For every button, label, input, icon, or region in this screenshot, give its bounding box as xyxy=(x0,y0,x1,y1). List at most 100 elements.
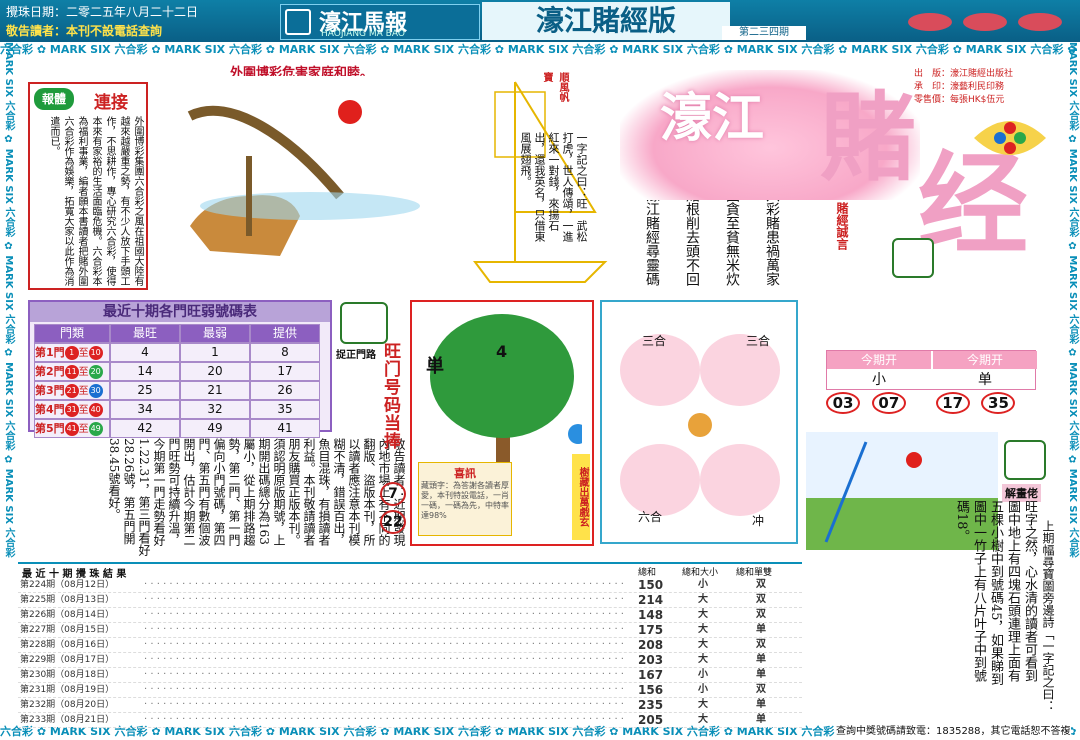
range-to: 至 xyxy=(78,367,89,378)
hand-icon xyxy=(892,238,934,278)
result-dots: · · · · · · · · · · · · · · · · · · · · … xyxy=(144,594,624,605)
door-cell: 第5門 41 至 49 xyxy=(34,419,110,438)
result-label: 第225期（08月13日） xyxy=(20,595,115,605)
result-parity: 双 xyxy=(756,684,766,695)
result-size: 大 xyxy=(698,624,708,635)
result-sum: 208 xyxy=(638,638,664,652)
result-size: 大 xyxy=(698,609,708,620)
serial-tag-2: 體 xyxy=(54,92,67,106)
tree-side-tag: 樹藏出萬戲玄 xyxy=(572,454,590,540)
result-dots: · · · · · · · · · · · · · · · · · · · · … xyxy=(144,699,624,710)
verse-4: 濠江賭經尋靈碼 xyxy=(644,188,660,286)
door-label: 第5門 xyxy=(35,422,65,435)
result-ball: 03 xyxy=(826,392,860,414)
result-dots: · · · · · · · · · · · · · · · · · · · · … xyxy=(144,714,624,725)
door-label: 第2門 xyxy=(35,365,65,378)
result-size: 小 xyxy=(698,684,708,695)
door-cell: 第4門 31 至 40 xyxy=(34,400,110,419)
joy-box: 喜訊 藏頭字：為答謝各讀者厚愛，本刊特設電話，一肖一碼，一碼為先，中特率達98% xyxy=(418,462,512,536)
serial-text: 外圍博彩集團六合彩之風在祖國大陸有越來越嚴重之勢，有不少人放下手頭工作，不思耕作… xyxy=(48,116,143,286)
zodiac-petals xyxy=(620,334,780,516)
draw-date: 攪珠日期：二零二五年八月二十二日 xyxy=(6,5,199,19)
range-end-ball: 40 xyxy=(88,402,103,417)
cold-cell: 20 xyxy=(180,362,250,381)
result-dots: · · · · · · · · · · · · · · · · · · · · … xyxy=(144,654,624,665)
header-bar: 攪珠日期：二零二五年八月二十二日 敬告讀者：本刊不設電話查詢 濠江馬報 HAOJ… xyxy=(0,0,1080,42)
hot-door-title: 旺门号码当捧 xyxy=(380,342,400,450)
cold-cell: 32 xyxy=(180,400,250,419)
verse-2: 困貪至貧無米炊 xyxy=(724,188,740,286)
zodiac-label-1: 三合 xyxy=(642,334,667,348)
this-issue-size: 小 xyxy=(872,372,886,388)
result-label: 第227期（08月15日） xyxy=(20,625,115,635)
joy-title: 喜訊 xyxy=(454,467,476,480)
this-issue-parity: 单 xyxy=(978,372,992,388)
range-start-ball: 21 xyxy=(64,383,79,398)
logo-jing: 经 xyxy=(918,140,1028,269)
result-label: 第232期（08月20日） xyxy=(20,700,115,710)
result-dots: · · · · · · · · · · · · · · · · · · · · … xyxy=(144,579,624,590)
tree-panel: 単 4 喜訊 藏頭字：為答謝各讀者厚愛，本刊特設電話，一肖一碼，一碼為先，中特率… xyxy=(410,300,594,546)
range-to: 至 xyxy=(78,424,89,435)
result-sum: 205 xyxy=(638,713,664,727)
table-body: 門類 最旺 最弱 提供 第1門 1 至 10 4 1 8 第2門 11 至 20 14 20 17 第3門 21 至 30… xyxy=(34,324,328,438)
result-parity: 单 xyxy=(756,624,766,635)
result-sum: 150 xyxy=(638,578,664,592)
footer-hotline: 查詢中獎號碼請致電：1835288，其它電話恕不答複 xyxy=(836,722,1071,737)
result-parity: 双 xyxy=(756,639,766,650)
result-dots: · · · · · · · · · · · · · · · · · · · · … xyxy=(144,609,624,620)
result-label: 第233期（08月21日） xyxy=(20,715,115,725)
result-dots: · · · · · · · · · · · · · · · · · · · · … xyxy=(144,639,624,650)
door-cell: 第2門 11 至 20 xyxy=(34,362,110,381)
result-size: 小 xyxy=(698,669,708,680)
table-header: 最旺 xyxy=(110,324,180,343)
table-header: 門類 xyxy=(34,324,110,343)
result-parity: 双 xyxy=(756,579,766,590)
cold-cell: 49 xyxy=(180,419,250,438)
door-label: 第1門 xyxy=(35,346,65,359)
logo-haojiang: 濠江 xyxy=(660,88,765,149)
table-row: 第3門 21 至 30 25 21 26 xyxy=(34,381,328,400)
result-parity: 单 xyxy=(756,654,766,665)
result-ball: 07 xyxy=(871,392,906,414)
issue-number: 第二三四期 xyxy=(722,26,806,40)
result-parity: 单 xyxy=(756,669,766,680)
paper-logo: 濠江馬報 HAOJIANG MA BAO xyxy=(280,4,480,40)
edition-title: 濠江賭經版 xyxy=(482,2,730,40)
publisher-info: 出 版：濠江賭經出版社 承 印：濠藝利民印務 零售價：每張HK$伍元 xyxy=(914,68,1013,107)
boat-poem: 一字記之曰：旺 武松打虎，世人傳頌，一進紅來一對錢，來揚石出，還我英名，只借東風… xyxy=(519,132,588,242)
result-label: 第230期（08月18日） xyxy=(20,670,115,680)
door-label: 第3門 xyxy=(35,384,65,397)
give-cell: 35 xyxy=(250,400,320,419)
give-cell: 26 xyxy=(250,381,320,400)
hot-cell: 42 xyxy=(110,419,180,438)
range-to: 至 xyxy=(78,348,89,359)
result-size: 大 xyxy=(698,714,708,725)
hot-number-2: 22 xyxy=(380,510,406,534)
result-parity: 双 xyxy=(756,594,766,605)
result-sum: 148 xyxy=(638,608,664,622)
hot-cell: 34 xyxy=(110,400,180,419)
result-row: 第225期（08月13日） · · · · · · · · · · · · · ·… xyxy=(18,593,802,608)
verse-1: 六彩賭患禍萬家 xyxy=(764,188,780,286)
solve-text: 旺字之然，心水清的讀者可看到圖中地上有四塊石頭連理上面有五棵小樹中到號碼45，如… xyxy=(954,500,1037,686)
result-row: 第224期（08月12日） · · · · · · · · · · · · · ·… xyxy=(18,578,802,593)
printer-line: 承 印：濠藝利民印務 xyxy=(914,82,1005,92)
serial-tag-4: 接 xyxy=(111,93,128,113)
hot-number-1: 7 xyxy=(380,482,406,506)
result-row: 第232期（08月20日） · · · · · · · · · · · · · ·… xyxy=(18,698,802,713)
result-label: 第228期（08月16日） xyxy=(20,640,115,650)
this-issue-balls: 03 07 17 35 xyxy=(826,392,1066,414)
door-label: 第4門 xyxy=(35,403,65,416)
serial-tag-1: 報 xyxy=(41,92,54,106)
hot-cell: 25 xyxy=(110,381,180,400)
this-issue-head-2: 今期开 xyxy=(933,351,1037,369)
zodiac-panel: 三合 三合 六合 冲 xyxy=(600,300,798,544)
result-size: 大 xyxy=(698,654,708,665)
result-dots: · · · · · · · · · · · · · · · · · · · · … xyxy=(144,624,624,635)
give-cell: 17 xyxy=(250,362,320,381)
result-sum: 175 xyxy=(638,623,664,637)
reader-notice: 敬告讀者：本刊不設電話查詢 xyxy=(6,24,163,38)
results-sum-head: 總和 xyxy=(638,568,657,578)
hand-icon xyxy=(1004,440,1046,480)
